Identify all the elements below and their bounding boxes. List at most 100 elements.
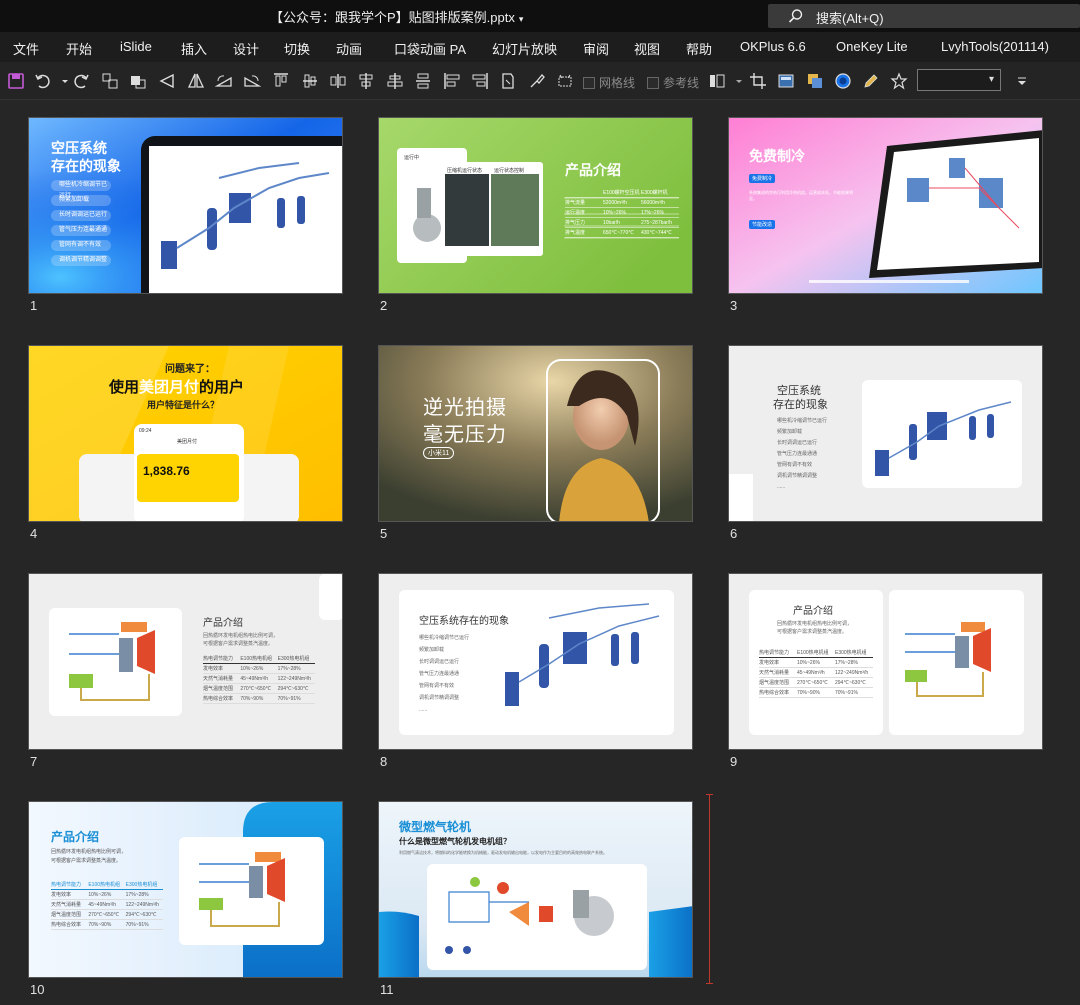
- slide-thumbnail-8[interactable]: 空压系统存在的现象 哪些机冷缩调节已运行 频繁加卸载 长时调调运已运行 管气压力…: [378, 573, 693, 750]
- tab-help[interactable]: 帮助: [686, 39, 712, 58]
- list-item: ......: [419, 707, 428, 713]
- table-cell: 56000m³/h: [641, 199, 665, 206]
- gridlines-checkbox[interactable]: 网格线: [583, 74, 635, 91]
- table-cell: 烟气温度范围: [203, 686, 234, 692]
- layout-icon[interactable]: [708, 72, 726, 90]
- slide-2-panel-right: 运行状态控制: [494, 168, 525, 174]
- slide-thumbnail-6[interactable]: 空压系统 存在的现象 哪些机冷缩调节已运行 频繁加卸载 长时调调运已运行 管气压…: [728, 345, 1043, 522]
- table-cell: 294℃~630℃: [835, 679, 866, 686]
- tab-file[interactable]: 文件: [13, 39, 39, 58]
- tab-lvyhtools[interactable]: LvyhTools(201114): [941, 39, 1049, 54]
- slide-2-panel-left: 运行中: [404, 155, 420, 161]
- brush-icon[interactable]: [528, 72, 546, 90]
- slide-thumbnail-1[interactable]: 空压系统 存在的现象 哪些机冷缩调节已运行 频繁加卸载 长时调调运已运行 管气压…: [28, 117, 343, 294]
- slide-10-subtitle2: 可根据客户需求调整蒸汽温度。: [51, 858, 122, 864]
- slide-thumbnail-9[interactable]: 产品介绍 回热循环发电机组热电比例可调， 可根据客户需求调整蒸汽温度。 热电调节…: [728, 573, 1043, 750]
- table-cell: 发电效率: [759, 660, 780, 666]
- slide-5-line1: 逆光拍摄: [423, 397, 507, 419]
- slide-11-title: 微型燃气轮机: [399, 820, 472, 834]
- font-select[interactable]: ▾: [917, 69, 1001, 91]
- align-right-icon[interactable]: [471, 72, 489, 90]
- flip-left-icon[interactable]: [158, 72, 176, 90]
- layout-dropdown-icon[interactable]: [730, 72, 742, 90]
- rotate-left-icon[interactable]: [214, 72, 233, 90]
- table-cell: 52000m³/h: [603, 199, 627, 206]
- table-cell: 热电调节能力: [759, 650, 790, 656]
- rotate-right-icon[interactable]: [243, 72, 262, 90]
- table-row: 排气压力 10bar/h 275~287bar/h: [565, 218, 679, 228]
- shape-fill-icon[interactable]: [806, 72, 824, 90]
- tab-slideshow[interactable]: 幻灯片放映: [492, 39, 557, 58]
- search-box[interactable]: 搜索(Alt+Q): [768, 4, 1080, 28]
- tab-design[interactable]: 设计: [233, 39, 259, 58]
- tab-islide[interactable]: iSlide: [120, 39, 152, 54]
- table-cell: 70%~90%: [88, 921, 112, 928]
- tab-pocket-animation[interactable]: 口袋动画 PA: [394, 39, 466, 58]
- document-title[interactable]: 【公众号：跟我学个P】贴图排版案例.pptx ▾: [270, 7, 523, 26]
- distribute-horizontal-icon[interactable]: [329, 72, 347, 90]
- flip-horizontal-icon[interactable]: [187, 72, 205, 90]
- tab-onekey-lite[interactable]: OneKey Lite: [836, 39, 908, 54]
- table-cell: 45~49Nm³/h: [88, 901, 116, 908]
- slide-thumbnail-4[interactable]: 问题来了： 使用美团月付的用户 用户特征是什么？ 09:24 美团月付 1,83…: [28, 345, 343, 522]
- slide-thumbnail-5[interactable]: 逆光拍摄 毫无压力 小米11: [378, 345, 693, 522]
- table-cell: 10%~26%: [603, 209, 626, 216]
- undo-dropdown-icon[interactable]: [56, 72, 68, 90]
- group-icon[interactable]: [101, 72, 119, 90]
- crop-select-icon[interactable]: [556, 72, 574, 90]
- tab-review[interactable]: 审阅: [583, 39, 609, 58]
- format-painter-icon[interactable]: [499, 72, 517, 90]
- redo-icon[interactable]: [72, 72, 90, 90]
- slide-1-item: 哪些机冷缩调节已运行: [51, 180, 111, 199]
- guides-checkbox[interactable]: 参考线: [647, 74, 699, 91]
- tab-animations[interactable]: 动画: [336, 39, 362, 58]
- tab-okplus[interactable]: OKPlus 6.6: [740, 39, 806, 54]
- align-top-icon[interactable]: [272, 72, 290, 90]
- table-cell: 70%~90%: [240, 695, 264, 702]
- ungroup-icon[interactable]: [129, 72, 147, 90]
- list-item: ......: [777, 484, 786, 490]
- align-left-icon[interactable]: [443, 72, 461, 90]
- align-center-icon[interactable]: [357, 72, 375, 90]
- slide-6-items: 哪些机冷缩调节已运行 频繁加卸载 长时调调运已运行 管气压力连最通通 管网有调不…: [777, 416, 827, 493]
- slide-thumbnail-3[interactable]: 免费制冷 免费制冷 节能改造 系统集成的余热可利用冷热机组，运营成本低，节能效果…: [728, 117, 1043, 294]
- table-cell: E100螺杆空压机: [603, 190, 640, 196]
- slide-thumbnail-7[interactable]: 产品介绍 回热循环发电机组热电比例可调， 可根据客户需求调整蒸汽温度。 热电调节…: [28, 573, 343, 750]
- table-cell: 275~287bar/h: [641, 219, 673, 226]
- slide-3-title: 免费制冷: [749, 148, 805, 164]
- table-row: 热电调节能力 E100热电机组 E300热电机组: [203, 654, 315, 664]
- undo-icon[interactable]: [34, 72, 52, 90]
- save-icon[interactable]: [7, 72, 25, 90]
- slide-thumbnail-10[interactable]: 产品介绍 回热循环发电机组热电比例可调， 可根据客户需求调整蒸汽温度。 热电调节…: [28, 801, 343, 978]
- slide-thumbnail-2[interactable]: 产品介绍 运行中 压缩机运行状态 运行状态控制 E100螺杆空压机 E300螺杆机…: [378, 117, 693, 294]
- table-cell: 17%~28%: [835, 659, 858, 666]
- slide-5-badge: 小米11: [423, 447, 455, 459]
- distribute-vertical-icon[interactable]: [414, 72, 432, 90]
- tab-view[interactable]: 视图: [634, 39, 660, 58]
- slide-10-table: 热电调节能力 E100热电机组 E300热电机组 发电效率 10%~26% 17%~28…: [51, 880, 163, 930]
- slide-number-3: 3: [730, 298, 738, 313]
- slide-4-app-title: 美团月付: [177, 439, 198, 445]
- list-item: 管网有调不有效: [419, 683, 455, 689]
- picture-frame-icon[interactable]: [777, 72, 795, 90]
- tab-home[interactable]: 开始: [66, 39, 92, 58]
- align-bottom-icon[interactable]: [386, 72, 404, 90]
- slide-thumbnail-11[interactable]: 微型燃气轮机 什么是微型燃气轮机发电机组？ 利用燃气清洁技术，将燃料的化学能转换…: [378, 801, 693, 978]
- table-row: 运行温度 10%~26% 17%~26%: [565, 208, 679, 218]
- table-row: 发电效率 10%~26% 17%~28%: [759, 658, 873, 668]
- slide-4-time: 09:24: [139, 428, 152, 434]
- tab-transitions[interactable]: 切换: [284, 39, 310, 58]
- table-cell: 热电调节能力: [51, 882, 82, 888]
- slide-1-item: 长时调调运已运行: [51, 210, 111, 221]
- crop-icon[interactable]: [749, 72, 767, 90]
- circle-color-icon[interactable]: [834, 72, 852, 90]
- list-item: 长时调调运已运行: [777, 440, 818, 446]
- align-middle-icon[interactable]: [301, 72, 319, 90]
- pen-icon[interactable]: [862, 72, 880, 90]
- customize-toolbar-icon[interactable]: [1013, 72, 1031, 90]
- tab-insert[interactable]: 插入: [181, 39, 207, 58]
- table-row: 发电效率 10%~26% 17%~28%: [51, 890, 163, 900]
- table-cell: 热电综合效率: [759, 690, 790, 696]
- star-icon[interactable]: [890, 72, 908, 90]
- table-cell: 10%~26%: [88, 891, 112, 898]
